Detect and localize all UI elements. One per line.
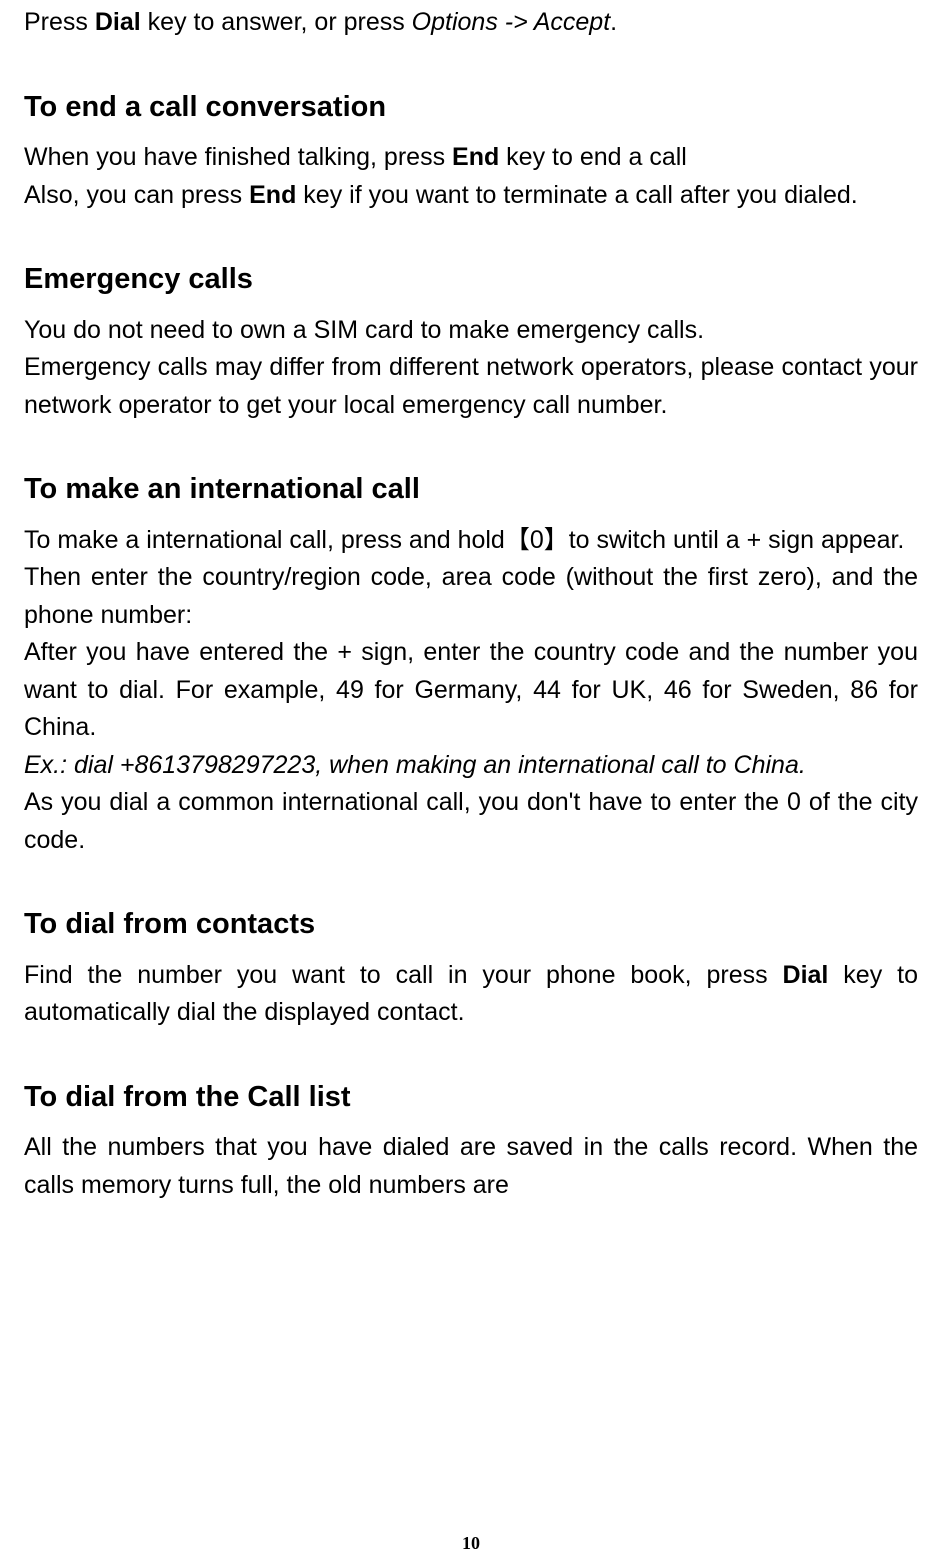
- intro-paragraph: Press Dial key to answer, or press Optio…: [24, 4, 918, 42]
- text: Press: [24, 8, 95, 36]
- paragraph: All the numbers that you have dialed are…: [24, 1129, 918, 1204]
- paragraph: Then enter the country/region code, area…: [24, 559, 918, 634]
- text: .: [610, 8, 617, 36]
- paragraph: To make a international call, press and …: [24, 522, 918, 560]
- page-number: 10: [0, 1533, 942, 1554]
- text: key if you want to terminate a call afte…: [296, 181, 857, 209]
- text: key to end a call: [499, 143, 687, 171]
- paragraph-example: Ex.: dial +8613798297223, when making an…: [24, 747, 918, 785]
- text: Find the number you want to call in your…: [24, 961, 783, 989]
- option-accept: Options -> Accept: [412, 8, 610, 36]
- heading-dial-call-list: To dial from the Call list: [24, 1076, 918, 1120]
- document-body: Press Dial key to answer, or press Optio…: [24, 4, 918, 1204]
- heading-international: To make an international call: [24, 468, 918, 512]
- paragraph: Emergency calls may differ from differen…: [24, 349, 918, 424]
- key-dial: Dial: [95, 8, 141, 36]
- key-dial: Dial: [783, 961, 829, 989]
- text: When you have finished talking, press: [24, 143, 452, 171]
- heading-end-call: To end a call conversation: [24, 86, 918, 130]
- heading-emergency: Emergency calls: [24, 258, 918, 302]
- heading-dial-contacts: To dial from contacts: [24, 903, 918, 947]
- key-end: End: [249, 181, 296, 209]
- paragraph: Find the number you want to call in your…: [24, 957, 918, 1032]
- paragraph: After you have entered the + sign, enter…: [24, 634, 918, 747]
- paragraph: When you have finished talking, press En…: [24, 139, 918, 177]
- text: Also, you can press: [24, 181, 249, 209]
- text: key to answer, or press: [141, 8, 412, 36]
- key-end: End: [452, 143, 499, 171]
- paragraph: As you dial a common international call,…: [24, 784, 918, 859]
- paragraph: Also, you can press End key if you want …: [24, 177, 918, 215]
- paragraph: You do not need to own a SIM card to mak…: [24, 312, 918, 350]
